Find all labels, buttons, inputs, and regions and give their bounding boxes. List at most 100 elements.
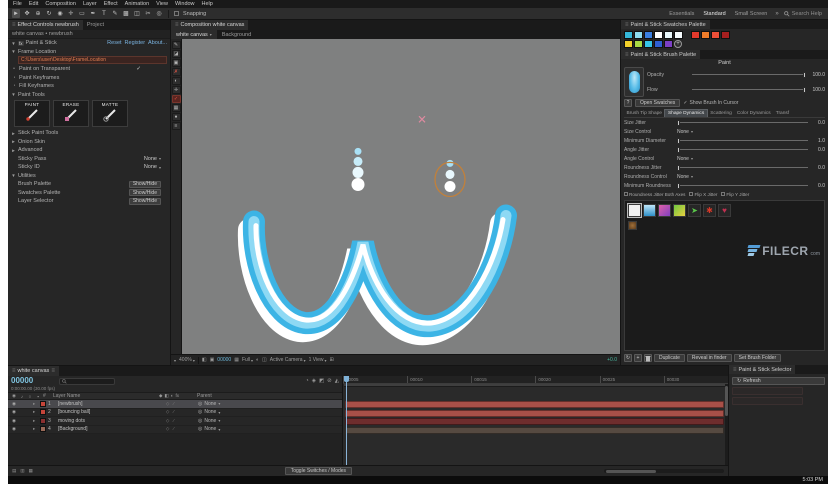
layer-row-moving-dots[interactable]: ◉ ▸ 3 moving dots ◇ ⁄ ◎ None ▾ bbox=[8, 417, 342, 426]
color-swatch[interactable] bbox=[624, 31, 633, 39]
safe-margins-icon[interactable]: ◧ bbox=[202, 357, 207, 363]
matte-tool-icon[interactable]: ◐ bbox=[171, 77, 181, 85]
menu-item-animation[interactable]: Animation bbox=[125, 1, 149, 7]
switch-icon[interactable]: ⁄ bbox=[173, 409, 174, 415]
expand-triangle-icon[interactable]: ▸ bbox=[33, 418, 38, 424]
orbit-camera-tool-icon[interactable]: ↻ bbox=[45, 9, 53, 18]
viewer-tab-background[interactable]: Background bbox=[217, 30, 256, 39]
swatches-toggle-icon[interactable]: ▦ bbox=[171, 104, 181, 112]
eraser-tool-icon[interactable]: ◫ bbox=[133, 9, 141, 18]
paint-on-transparent-checkbox[interactable]: ✓ bbox=[136, 66, 141, 72]
label-color-chip[interactable] bbox=[40, 400, 46, 407]
expand-icon[interactable]: ► bbox=[11, 139, 16, 144]
brush-preview[interactable] bbox=[624, 67, 644, 97]
color-swatch[interactable] bbox=[701, 31, 710, 39]
collapse-icon[interactable]: ▼ bbox=[11, 41, 16, 46]
brush-preset[interactable] bbox=[658, 204, 671, 217]
switch-icon[interactable]: ◇ bbox=[166, 426, 169, 432]
switch-icon[interactable]: ⁄ bbox=[173, 426, 174, 432]
transform-tool-icon[interactable]: ✛ bbox=[171, 86, 181, 94]
scrollbar-thumb[interactable] bbox=[725, 386, 728, 416]
tab-timeline-white-canvas[interactable]: ≡ white canvas ≡ bbox=[8, 366, 59, 376]
layer-name[interactable]: [bouncing ball] bbox=[58, 409, 142, 415]
menu-item-window[interactable]: Window bbox=[175, 1, 195, 7]
selection-tool-icon[interactable]: ► bbox=[12, 9, 20, 18]
slider-knob[interactable] bbox=[677, 137, 680, 144]
tab-composition[interactable]: ≡ Composition white canvas bbox=[171, 20, 249, 30]
label-color-chip[interactable] bbox=[40, 426, 46, 433]
flip-x-jitter-checkbox[interactable]: Flip X Jitter bbox=[689, 191, 717, 197]
color-swatch[interactable] bbox=[674, 31, 683, 39]
matte-tool-button[interactable]: MATTE bbox=[92, 100, 128, 127]
add-swatch-button[interactable]: + bbox=[674, 40, 682, 48]
camera-menu[interactable]: Active Camera ▾ bbox=[270, 357, 306, 363]
advanced-group[interactable]: ► Advanced bbox=[8, 146, 170, 155]
flip-y-jitter-checkbox[interactable]: Flip Y Jitter bbox=[721, 191, 749, 197]
fill-tool-icon[interactable]: ▣ bbox=[171, 59, 181, 67]
fill-keyframes-row[interactable]: ◔ Fill Keyframes bbox=[8, 82, 170, 91]
slider-knob[interactable] bbox=[803, 71, 806, 78]
visibility-eye-icon[interactable]: ◉ bbox=[11, 418, 17, 424]
stopwatch-icon[interactable]: ◔ bbox=[11, 83, 17, 89]
color-swatch[interactable] bbox=[654, 31, 663, 39]
snapping-checkbox[interactable] bbox=[174, 11, 179, 16]
toggle-switches-modes-button[interactable]: Toggle Switches / Modes bbox=[284, 467, 353, 475]
color-swatch[interactable] bbox=[624, 40, 633, 48]
menu-item-effect[interactable]: Effect bbox=[104, 1, 118, 7]
resolution-menu[interactable]: Full ▾ bbox=[242, 357, 253, 363]
paint-on-transparent-row[interactable]: • Paint on Transparent ✓ bbox=[8, 65, 170, 74]
video-column-icon[interactable]: ◉ bbox=[11, 393, 17, 399]
menu-item-help[interactable]: Help bbox=[202, 1, 213, 7]
color-swatch[interactable] bbox=[634, 31, 643, 39]
pan-behind-tool-icon[interactable]: ✛ bbox=[67, 9, 75, 18]
switch-icon[interactable]: ◇ bbox=[166, 401, 169, 407]
parent-dropdown[interactable]: ◎ None ▾ bbox=[198, 409, 339, 415]
pick-whip-icon[interactable]: ◎ bbox=[198, 401, 202, 407]
pick-whip-icon[interactable]: ◎ bbox=[198, 418, 202, 424]
layer-name[interactable]: moving dots bbox=[58, 418, 142, 424]
size-control-dropdown[interactable]: None ▾ bbox=[677, 129, 825, 135]
layer-row-newbrush[interactable]: ◉ ▸ 1 [newbrush] ◇ ⁄ ◎ None ▾ bbox=[8, 400, 342, 409]
color-swatch[interactable] bbox=[711, 31, 720, 39]
visibility-eye-icon[interactable]: ◉ bbox=[11, 426, 17, 432]
lock-column-icon[interactable]: ▪ bbox=[35, 394, 41, 399]
view-layout-menu[interactable]: 1 View ▾ bbox=[309, 357, 327, 363]
sticky-pass-dropdown[interactable]: None ▾ bbox=[144, 156, 161, 162]
expand-triangle-icon[interactable]: ▸ bbox=[33, 426, 38, 432]
color-swatch[interactable] bbox=[634, 40, 643, 48]
brush-preset[interactable]: ♥ bbox=[718, 204, 731, 217]
pick-whip-icon[interactable]: ◎ bbox=[198, 426, 202, 432]
paint-tools-group-row[interactable]: ▼ Paint Tools bbox=[8, 91, 170, 100]
shape-tool-icon[interactable]: ▭ bbox=[78, 9, 86, 18]
search-help-box[interactable]: Search Help bbox=[783, 11, 824, 17]
tab-swatches-palette[interactable]: ≡ Paint & Stick Swatches Palette bbox=[621, 20, 710, 29]
color-swatch[interactable] bbox=[644, 40, 653, 48]
angle-jitter-value[interactable]: 0.0 bbox=[811, 147, 825, 153]
tab-paint-stick-selector[interactable]: ≡ Paint & Stick Selector bbox=[729, 365, 796, 374]
erase-tool-icon[interactable]: ◪ bbox=[171, 50, 181, 58]
zoom-menu[interactable]: 400% ▾ bbox=[179, 357, 195, 363]
minimum-diameter-value[interactable]: 1.0 bbox=[811, 138, 825, 144]
erase-tool-button[interactable]: ERASE bbox=[53, 100, 89, 127]
reveal-in-finder-button[interactable]: Reveal in finder bbox=[686, 354, 732, 362]
roundness-jitter-value[interactable]: 0.0 bbox=[811, 165, 825, 171]
reload-brushes-icon[interactable]: ↻ bbox=[624, 354, 632, 362]
clear-tool-icon[interactable]: ✗ bbox=[171, 68, 181, 76]
effect-header-row[interactable]: ▼ fx Paint & Stick Reset Register About.… bbox=[8, 39, 170, 48]
duplicate-button[interactable]: Duplicate bbox=[654, 354, 685, 362]
menu-item-file[interactable]: File bbox=[13, 1, 22, 7]
frame-location-value[interactable]: C:\Users\user\Desktop\FrameLocation bbox=[18, 56, 167, 64]
about-link[interactable]: About... bbox=[148, 40, 167, 46]
layer-name-column-header[interactable]: Layer Name bbox=[53, 393, 141, 399]
panel-menu-icon[interactable]: ≡ bbox=[733, 367, 737, 373]
snapshot-icon[interactable]: ▦ bbox=[234, 357, 239, 363]
switch-icon[interactable]: ◇ bbox=[166, 418, 169, 424]
tab-brush-palette[interactable]: ≡ Paint & Stick Brush Palette bbox=[621, 50, 701, 59]
slider-knob[interactable] bbox=[677, 164, 680, 171]
add-brush-icon[interactable]: + bbox=[634, 354, 642, 362]
current-time-display[interactable]: 00000 bbox=[11, 376, 55, 386]
menu-item-edit[interactable]: Edit bbox=[29, 1, 38, 7]
workspace-small-screen[interactable]: Small Screen bbox=[732, 10, 771, 18]
help-button[interactable]: ? bbox=[624, 98, 632, 107]
brush-preset[interactable] bbox=[673, 204, 686, 217]
